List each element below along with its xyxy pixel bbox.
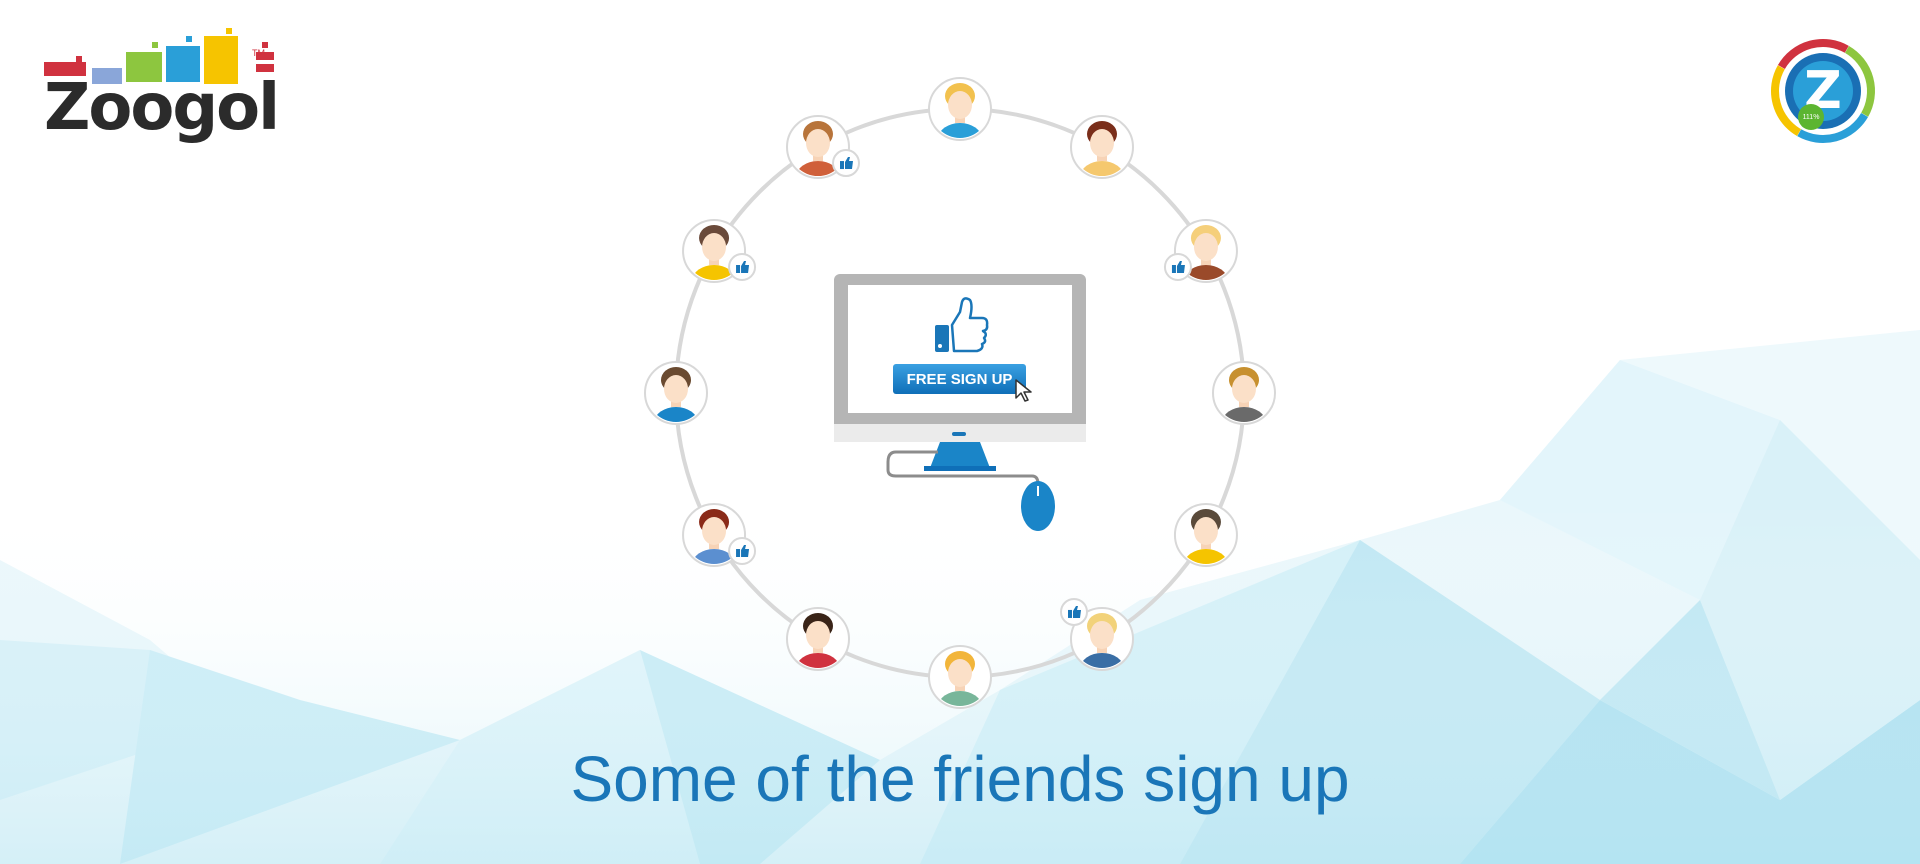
monitor-graphic: [834, 274, 1086, 531]
mouse-icon: [1021, 481, 1055, 531]
stage: Zoogol TM Z 111% FREE SIGN UP Some of th…: [0, 0, 1920, 864]
page-caption: Some of the friends sign up: [570, 743, 1350, 815]
monitor-stand: [930, 442, 990, 468]
cursor-icon: [1015, 379, 1032, 402]
free-sign-up-button[interactable]: FREE SIGN UP: [893, 364, 1026, 394]
